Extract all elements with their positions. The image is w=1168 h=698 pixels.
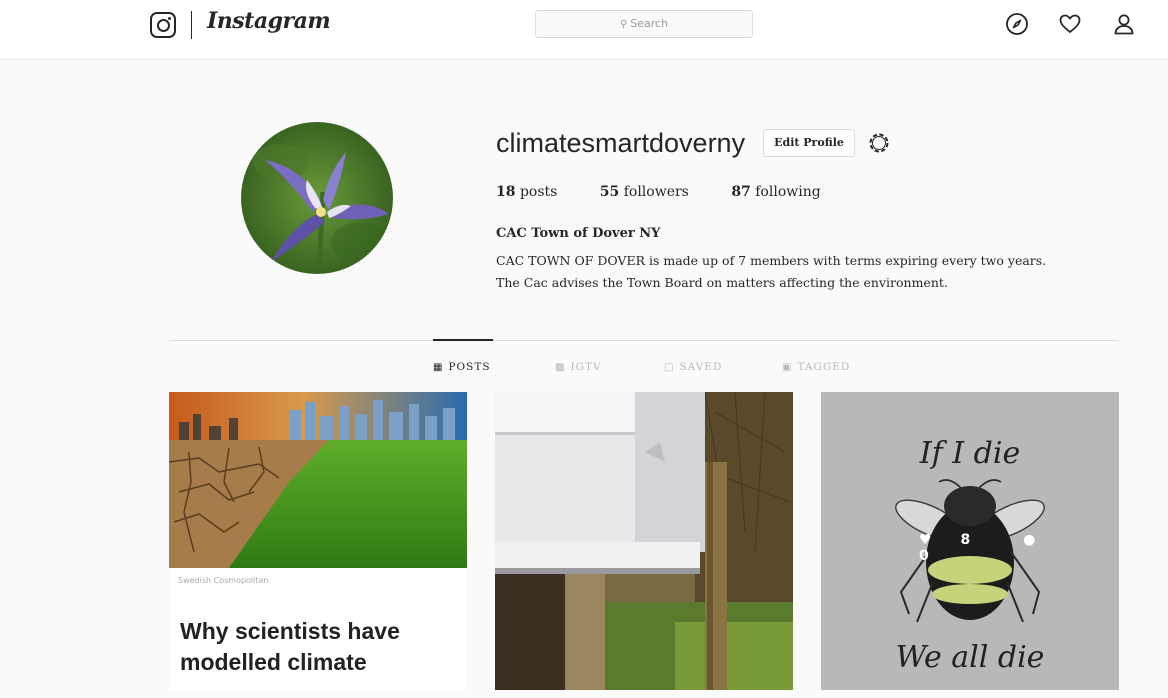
- tab-posts-label: POSTS: [448, 361, 491, 373]
- post-tile[interactable]: [495, 392, 793, 690]
- following-stat[interactable]: 87 following: [731, 184, 820, 200]
- bio-line-1: CAC TOWN OF DOVER is made up of 7 member…: [496, 253, 1047, 268]
- post-article-source: Swedish Cosmopolitan: [178, 576, 269, 585]
- avatar[interactable]: [241, 122, 393, 274]
- active-tab-indicator: [433, 339, 493, 341]
- profile-stats: 18 posts 55 followers 87 following: [496, 184, 859, 200]
- post-image-beehive: [495, 392, 793, 690]
- heart-filled-icon: ♥: [919, 532, 932, 548]
- likes-count: 8: [960, 532, 971, 548]
- post-tile[interactable]: If I die ♥ 8 ● 0 We all die: [821, 392, 1119, 690]
- tab-igtv[interactable]: ▩ IGTV: [555, 361, 602, 373]
- followers-count: 55: [599, 184, 620, 200]
- posts-count: 18: [496, 184, 516, 200]
- post-article-headline: Why scientists have modelled climate: [180, 618, 400, 675]
- following-label: following: [755, 184, 821, 200]
- post-hover-stats: ♥ 8 ● 0: [919, 532, 1119, 564]
- post-text-bottom: We all die: [895, 640, 1045, 675]
- profile-username: climatesmartdoverny: [496, 128, 746, 158]
- gear-icon[interactable]: [866, 130, 892, 156]
- likes-stat: ♥ 8: [919, 532, 994, 548]
- tab-tagged-label: TAGGED: [797, 361, 851, 373]
- tab-tagged[interactable]: ▣ TAGGED: [782, 361, 850, 373]
- grid-icon: ▦: [433, 362, 444, 373]
- tab-igtv-label: IGTV: [570, 361, 602, 373]
- bookmark-icon: □: [664, 362, 675, 373]
- tv-icon: ▩: [555, 362, 566, 373]
- user-icon[interactable]: [1112, 12, 1136, 36]
- instagram-camera-icon[interactable]: [150, 12, 176, 38]
- profile-bio: CAC TOWN OF DOVER is made up of 7 member…: [496, 250, 1116, 294]
- tag-user-icon: ▣: [782, 362, 793, 373]
- search-icon: ⚲: [619, 19, 628, 30]
- search-placeholder: Search: [630, 17, 669, 30]
- comments-count: 0: [919, 548, 929, 564]
- following-count: 87: [731, 184, 751, 200]
- instagram-wordmark[interactable]: Instagram: [207, 8, 331, 34]
- top-nav: Instagram ⚲ Search: [0, 0, 1168, 60]
- tabs-divider: [169, 340, 1119, 341]
- logo-divider: [191, 11, 192, 39]
- profile-full-name: CAC Town of Dover NY: [496, 226, 661, 241]
- edit-profile-button[interactable]: Edit Profile: [763, 129, 855, 157]
- posts-stat: 18 posts: [496, 184, 557, 200]
- tab-saved-label: SAVED: [679, 361, 723, 373]
- bio-line-2: The Cac advises the Town Board on matter…: [496, 275, 948, 290]
- comment-bubble-icon: ●: [1023, 532, 1036, 548]
- followers-label: followers: [623, 184, 689, 200]
- tab-posts[interactable]: ▦ POSTS: [433, 361, 491, 373]
- heart-icon[interactable]: [1058, 12, 1082, 36]
- posts-label: posts: [519, 184, 558, 200]
- search-input[interactable]: ⚲ Search: [535, 10, 753, 38]
- compass-icon[interactable]: [1005, 12, 1029, 36]
- followers-stat[interactable]: 55 followers: [600, 184, 689, 200]
- post-image-climate: [169, 392, 467, 568]
- tab-saved[interactable]: □ SAVED: [664, 361, 722, 373]
- post-tile[interactable]: Swedish Cosmopolitan Why scientists have…: [169, 392, 467, 690]
